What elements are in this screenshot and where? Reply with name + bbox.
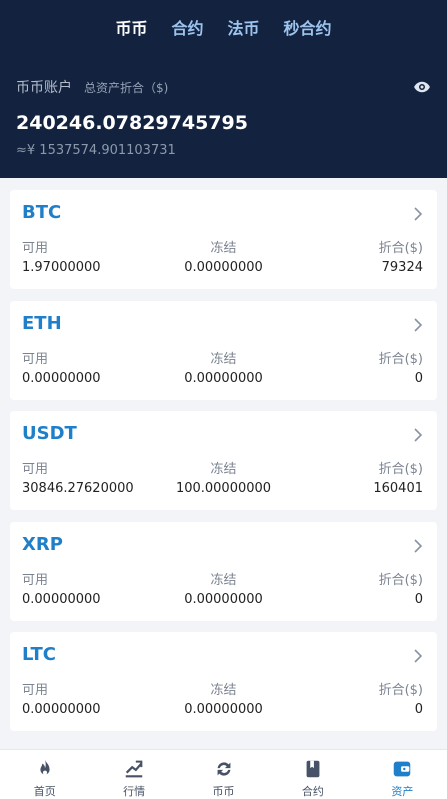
usd-value: 0	[414, 591, 423, 607]
chevron-right-icon	[414, 317, 423, 332]
account-type-tabs: 币币 合约 法币 秒合约	[0, 16, 447, 42]
nav-spot-label: 币币	[212, 785, 235, 798]
chart-icon	[125, 760, 143, 778]
contract-icon	[306, 760, 320, 778]
tab-contract[interactable]: 合约	[171, 16, 203, 42]
value-label: 折合($)	[378, 572, 423, 588]
asset-card-eth[interactable]: ETH 可用 冻结 折合($) 0.00000000 0.00000000 0	[10, 300, 437, 400]
coin-name: XRP	[22, 533, 63, 555]
frozen-label: 冻结	[210, 241, 237, 256]
flame-icon	[40, 759, 50, 775]
usd-value: 160401	[373, 481, 423, 496]
value-label: 折合($)	[378, 462, 423, 477]
asset-card-ltc[interactable]: LTC 可用 冻结 折合($) 0.00000000 0.00000000 0	[10, 632, 437, 731]
chevron-right-icon	[414, 649, 423, 663]
total-assets-label: 总资产折合（$)	[84, 80, 169, 95]
nav-contract-label: 合约	[301, 785, 324, 798]
tab-fiat[interactable]: 法币	[228, 16, 260, 42]
account-header: 币币 合约 法币 秒合约 币币账户 总资产折合（$) 240246.078297…	[0, 0, 447, 178]
coin-name: USDT	[22, 423, 77, 444]
asset-card-usdt[interactable]: USDT 可用 冻结 折合($) 30846.27620000 100.0000…	[10, 411, 437, 510]
chevron-right-icon	[414, 428, 423, 442]
tab-spot[interactable]: 币币	[115, 16, 147, 42]
usd-value: 79324	[381, 260, 423, 275]
frozen-amount: 0.00000000	[184, 370, 263, 386]
usd-value: 0	[414, 702, 423, 717]
nav-spot[interactable]: 币币	[179, 750, 268, 799]
nav-assets[interactable]: 资产	[358, 750, 447, 799]
coin-name: LTC	[22, 644, 56, 665]
chevron-right-icon	[414, 538, 423, 553]
asset-card-xrp[interactable]: XRP 可用 冻结 折合($) 0.00000000 0.00000000 0	[10, 521, 437, 621]
exchange-icon	[217, 762, 230, 776]
coin-name: BTC	[22, 202, 62, 223]
chevron-right-icon	[414, 207, 423, 221]
nav-home-label: 首页	[33, 785, 56, 798]
nav-market[interactable]: 行情	[89, 750, 178, 799]
nav-assets-label: 资产	[391, 785, 414, 798]
frozen-label: 冻结	[210, 462, 237, 477]
account-title-row: 币币账户 总资产折合（$)	[16, 76, 431, 98]
bottom-nav: 首页 行情 币币 合约 资产	[0, 749, 447, 799]
nav-contract[interactable]: 合约	[268, 750, 357, 799]
wallet-icon	[394, 761, 411, 777]
value-label: 折合($)	[378, 351, 423, 367]
coin-name: ETH	[22, 312, 62, 334]
tab-second-contract[interactable]: 秒合约	[284, 16, 332, 42]
value-label: 折合($)	[378, 241, 423, 256]
frozen-amount: 0.00000000	[184, 260, 263, 275]
asset-list: BTC 可用 冻结 折合($) 1.97000000 0.00000000 79…	[10, 190, 437, 743]
frozen-amount: 0.00000000	[184, 702, 263, 717]
frozen-label: 冻结	[210, 683, 237, 698]
asset-card-btc[interactable]: BTC 可用 冻结 折合($) 1.97000000 0.00000000 79…	[10, 190, 437, 289]
frozen-amount: 0.00000000	[184, 591, 263, 607]
total-assets-cny: ≈¥ 1537574.901103731	[16, 143, 176, 158]
eye-icon[interactable]	[413, 78, 431, 96]
nav-market-label: 行情	[123, 785, 146, 798]
nav-home[interactable]: 首页	[0, 750, 89, 799]
total-assets-usd: 240246.07829745795	[16, 112, 248, 134]
frozen-label: 冻结	[210, 351, 237, 367]
value-label: 折合($)	[378, 683, 423, 698]
usd-value: 0	[414, 370, 423, 386]
account-title: 币币账户	[16, 80, 72, 96]
frozen-label: 冻结	[210, 572, 237, 588]
